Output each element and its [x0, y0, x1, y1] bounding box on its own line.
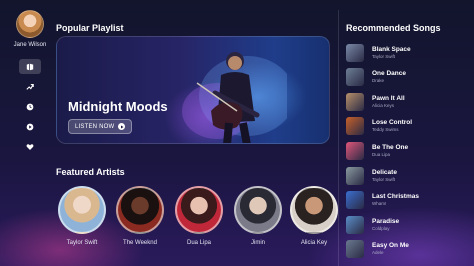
- artist-name: Alicia Key: [300, 240, 328, 246]
- song-title: Blank Space: [372, 46, 411, 53]
- song-thumbnail: [346, 44, 364, 62]
- song-artist: Coldplay: [372, 226, 390, 231]
- guitarist-image: [182, 52, 287, 143]
- song-title: Lose Control: [372, 119, 413, 126]
- playlist-title: Midnight Moods: [68, 99, 168, 114]
- song-thumbnail: [346, 167, 364, 185]
- sidebar-item-library[interactable]: [19, 59, 41, 74]
- song-title: Be The One: [372, 144, 409, 151]
- popular-playlist-heading: Popular Playlist: [56, 23, 124, 33]
- song-row[interactable]: Blank Space Taylor Swift: [340, 42, 470, 64]
- artist-name: Dua Lipa: [186, 240, 212, 246]
- song-artist: Wham!: [372, 201, 387, 206]
- song-title: Pawn It All: [372, 95, 405, 102]
- artist-card-jimin[interactable]: Jimin: [232, 186, 284, 246]
- song-row[interactable]: Last Christmas Wham!: [340, 189, 470, 211]
- avatar[interactable]: [16, 10, 44, 38]
- sidebar-item-favorites[interactable]: [19, 139, 41, 154]
- artist-photo: [116, 186, 164, 234]
- artist-name: Jimin: [250, 240, 265, 246]
- sidebar-item-trending[interactable]: [19, 79, 41, 94]
- sidebar-nav: [19, 59, 41, 154]
- song-title: Paradise: [372, 218, 400, 225]
- artist-photo: [234, 186, 282, 234]
- library-icon: [26, 63, 34, 70]
- artist-photo: [58, 186, 106, 234]
- song-artist: Dua Lipa: [372, 152, 391, 157]
- sidebar: Jane Wilson: [8, 10, 52, 256]
- listen-now-button[interactable]: LISTEN NOW: [68, 119, 133, 134]
- sidebar-item-play[interactable]: [19, 119, 41, 134]
- song-artist: Teddy Swims: [372, 127, 399, 132]
- featured-artists-list: Taylor Swift The Weeknd Dua Lipa Jimin A…: [56, 186, 338, 258]
- song-artist: Drake: [372, 78, 385, 83]
- play-icon: [118, 123, 126, 130]
- featured-artists-heading: Featured Artists: [56, 167, 125, 177]
- artist-name: Taylor Swift: [66, 240, 98, 246]
- song-thumbnail: [346, 191, 364, 209]
- song-thumbnail: [346, 117, 364, 135]
- listen-now-label: LISTEN NOW: [75, 123, 115, 130]
- song-title: Easy On Me: [372, 242, 409, 249]
- song-artist: Taylor Swift: [372, 177, 396, 182]
- song-row[interactable]: Paradise Coldplay: [340, 214, 470, 236]
- song-thumbnail: [346, 93, 364, 111]
- song-artist: Alicia Keys: [372, 103, 395, 108]
- song-row[interactable]: Easy On Me Adele: [340, 238, 470, 260]
- song-artist: Adele: [372, 250, 384, 255]
- song-row[interactable]: Delicate Taylor Swift: [340, 165, 470, 187]
- playlist-hero-card[interactable]: Midnight Moods LISTEN NOW: [56, 36, 330, 144]
- song-row[interactable]: Pawn It All Alicia Keys: [340, 91, 470, 113]
- song-thumbnail: [346, 240, 364, 258]
- artist-card-alicia-key[interactable]: Alicia Key: [288, 186, 340, 246]
- artist-card-the-weeknd[interactable]: The Weeknd: [114, 186, 166, 246]
- song-row[interactable]: Lose Control Teddy Swims: [340, 115, 470, 137]
- artist-name: The Weeknd: [123, 240, 157, 246]
- sidebar-item-recent[interactable]: [19, 99, 41, 114]
- song-title: Last Christmas: [372, 193, 419, 200]
- artist-photo: [290, 186, 338, 234]
- play-circle-icon: [26, 123, 34, 130]
- clock-icon: [26, 103, 34, 110]
- song-artist: Taylor Swift: [372, 54, 396, 59]
- song-title: Delicate: [372, 169, 397, 176]
- song-row[interactable]: Be The One Dua Lipa: [340, 140, 470, 162]
- recommended-songs-list: Blank Space Taylor Swift One Dance Drake P…: [340, 18, 474, 266]
- trending-icon: [26, 83, 34, 90]
- song-thumbnail: [346, 216, 364, 234]
- song-thumbnail: [346, 142, 364, 160]
- song-thumbnail: [346, 68, 364, 86]
- artist-photo: [175, 186, 223, 234]
- artist-card-taylor-swift[interactable]: Taylor Swift: [56, 186, 108, 246]
- song-row[interactable]: One Dance Drake: [340, 66, 470, 88]
- artist-card-dua-lipa[interactable]: Dua Lipa: [173, 186, 225, 246]
- panel-divider: [338, 10, 339, 266]
- song-title: One Dance: [372, 70, 406, 77]
- heart-icon: [26, 143, 34, 150]
- user-name: Jane Wilson: [13, 42, 47, 48]
